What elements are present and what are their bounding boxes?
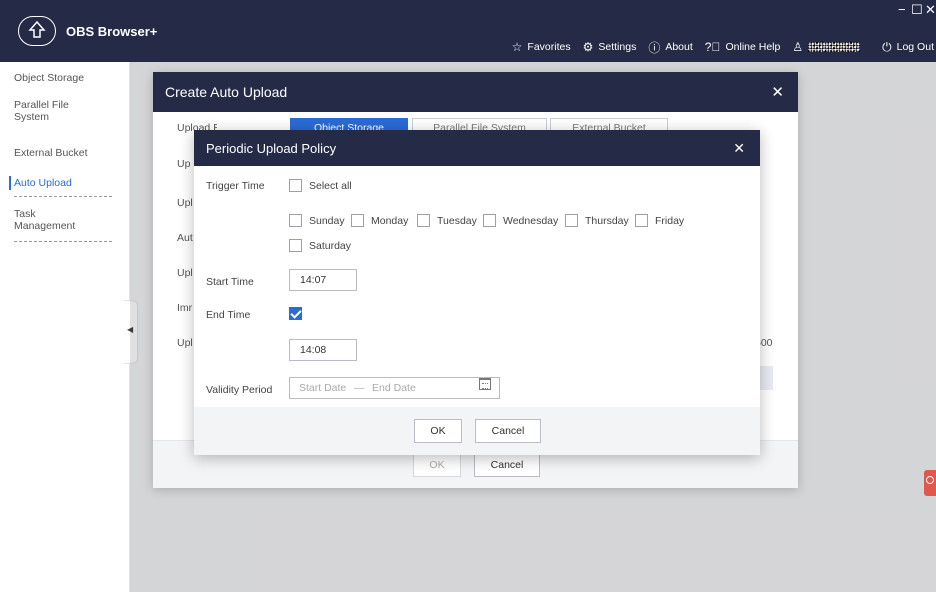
saturday-checkbox[interactable]	[289, 239, 302, 252]
sidebar-item-task-management[interactable]: Task Management	[14, 208, 94, 232]
about-link[interactable]: ⓘ About	[648, 39, 692, 56]
active-indicator	[9, 176, 11, 190]
validity-date-range-picker[interactable]: Start Date — End Date	[289, 377, 500, 399]
sidebar-item-parallel-file-system[interactable]: Parallel File System	[14, 99, 94, 123]
dialog-title: Create Auto Upload	[165, 84, 288, 100]
calendar-icon[interactable]	[479, 378, 491, 390]
dialog-header: Periodic Upload Policy ✕	[194, 130, 760, 166]
gear-icon: ⚙	[582, 40, 594, 54]
start-date-placeholder: Start Date	[299, 382, 347, 394]
friday-label: Friday	[655, 215, 685, 227]
monday-checkbox[interactable]	[351, 214, 364, 227]
cloud-logo-icon	[18, 16, 56, 46]
sunday-checkbox[interactable]	[289, 214, 302, 227]
dialog-title: Periodic Upload Policy	[206, 141, 337, 156]
about-label: About	[665, 41, 693, 53]
maximize-button[interactable]: ☐	[911, 3, 923, 17]
logout-label: Log Out	[896, 41, 934, 53]
user-menu[interactable]: ♙	[792, 40, 870, 54]
cancel-button[interactable]: Cancel	[474, 453, 540, 477]
tuesday-checkbox[interactable]	[417, 214, 430, 227]
dialog-footer: OK Cancel	[194, 407, 760, 455]
close-icon[interactable]: ✕	[733, 140, 745, 157]
favorites-label: Favorites	[527, 41, 571, 53]
end-time-input[interactable]: 14:08	[289, 339, 357, 361]
dialog-header: Create Auto Upload ✕	[153, 72, 798, 112]
info-icon: ⓘ	[648, 40, 661, 55]
end-date-placeholder: End Date	[372, 382, 416, 394]
start-time-input[interactable]: 14:07	[289, 269, 357, 291]
sunday-label: Sunday	[309, 215, 345, 227]
favorites-link[interactable]: ☆ Favorites	[512, 40, 571, 54]
logout-link[interactable]: ⏻ Log Out	[882, 40, 934, 55]
thursday-checkbox[interactable]	[565, 214, 578, 227]
sidebar-item-object-storage[interactable]: Object Storage	[14, 72, 114, 84]
date-separator: —	[354, 382, 365, 394]
masked-username	[808, 42, 861, 52]
feedback-tab[interactable]	[924, 470, 936, 496]
sidebar: Object Storage Parallel File System Exte…	[0, 62, 130, 592]
sidebar-item-external-bucket[interactable]: External Bucket	[14, 147, 114, 159]
online-help-link[interactable]: ?⃝ Online Help	[705, 40, 781, 54]
close-icon[interactable]: ✕	[771, 83, 784, 101]
divider	[14, 241, 112, 242]
minimize-button[interactable]: −	[898, 3, 906, 17]
sidebar-item-auto-upload[interactable]: Auto Upload	[14, 177, 114, 189]
star-icon: ☆	[511, 40, 523, 54]
user-icon: ♙	[792, 40, 804, 54]
end-time-label: End Time	[206, 309, 251, 321]
validity-period-label: Validity Period	[206, 384, 273, 396]
settings-label: Settings	[598, 41, 637, 53]
periodic-upload-policy-dialog: Periodic Upload Policy ✕ Trigger Time Se…	[194, 130, 760, 455]
friday-checkbox[interactable]	[635, 214, 648, 227]
title-bar: OBS Browser+ − ☐ ✕ ☆ Favorites ⚙ Setting…	[0, 0, 936, 62]
monday-label: Monday	[371, 215, 409, 227]
start-time-label: Start Time	[206, 276, 254, 288]
power-icon: ⏻	[882, 39, 892, 54]
top-nav: ☆ Favorites ⚙ Settings ⓘ About ?⃝ Online…	[512, 38, 936, 56]
settings-link[interactable]: ⚙ Settings	[583, 40, 637, 54]
feedback-icon	[926, 476, 934, 484]
thursday-label: Thursday	[585, 215, 629, 227]
app-name: OBS Browser+	[66, 24, 158, 39]
ok-button[interactable]: OK	[414, 419, 462, 443]
wednesday-label: Wednesday	[503, 215, 559, 227]
saturday-label: Saturday	[309, 240, 352, 252]
close-window-button[interactable]: ✕	[925, 3, 936, 17]
help-icon: ?⃝	[704, 40, 721, 54]
end-time-checkbox[interactable]	[289, 307, 302, 320]
wednesday-checkbox[interactable]	[483, 214, 496, 227]
trigger-time-label: Trigger Time	[206, 180, 265, 192]
online-help-label: Online Help	[725, 41, 781, 53]
select-all-label: Select all	[309, 180, 352, 192]
select-all-checkbox[interactable]	[289, 179, 302, 192]
tuesday-label: Tuesday	[437, 215, 477, 227]
divider	[14, 196, 112, 197]
ok-button[interactable]: OK	[413, 453, 461, 477]
cancel-button[interactable]: Cancel	[475, 419, 541, 443]
